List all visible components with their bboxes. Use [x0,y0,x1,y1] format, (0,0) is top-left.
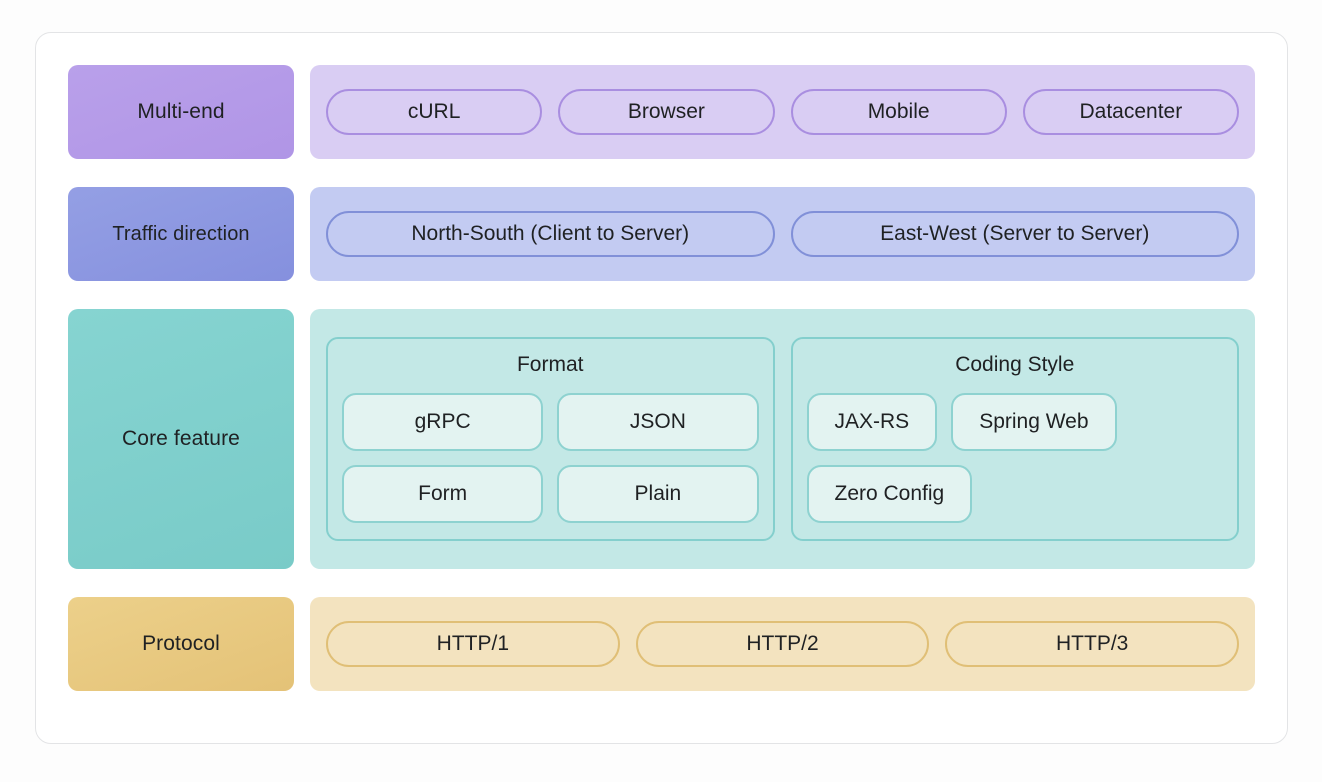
group-items-coding-style: JAX-RS Spring Web Zero Config [807,393,1224,523]
diagram-card: Multi-end cURL Browser Mobile Datacenter… [35,32,1288,744]
group-format: Format gRPC JSON Form Plain [326,337,775,541]
pill-http-1[interactable]: HTTP/1 [326,621,620,667]
layer-items-multi-end: cURL Browser Mobile Datacenter [310,65,1255,159]
pill-datacenter[interactable]: Datacenter [1023,89,1239,135]
pill-http-2[interactable]: HTTP/2 [636,621,930,667]
layer-row-protocol: Protocol HTTP/1 HTTP/2 HTTP/3 [68,597,1255,691]
pill-browser[interactable]: Browser [558,89,774,135]
diagram-page: Multi-end cURL Browser Mobile Datacenter… [0,0,1322,782]
chip-grpc[interactable]: gRPC [342,393,543,451]
layer-items-core-feature: Format gRPC JSON Form Plain Coding Style… [310,309,1255,569]
chip-form[interactable]: Form [342,465,543,523]
group-title-format: Format [342,351,759,379]
chip-spring-web[interactable]: Spring Web [951,393,1116,451]
layer-row-multi-end: Multi-end cURL Browser Mobile Datacenter [68,65,1255,159]
group-items-format: gRPC JSON Form Plain [342,393,759,523]
layer-items-protocol: HTTP/1 HTTP/2 HTTP/3 [310,597,1255,691]
chip-jax-rs[interactable]: JAX-RS [807,393,938,451]
layer-row-traffic-direction: Traffic direction North-South (Client to… [68,187,1255,281]
layer-items-traffic-direction: North-South (Client to Server) East-West… [310,187,1255,281]
layer-label-traffic-direction: Traffic direction [68,187,294,281]
group-title-coding-style: Coding Style [807,351,1224,379]
pill-curl[interactable]: cURL [326,89,542,135]
group-coding-style: Coding Style JAX-RS Spring Web Zero Conf… [791,337,1240,541]
pill-mobile[interactable]: Mobile [791,89,1007,135]
layer-label-protocol: Protocol [68,597,294,691]
chip-zero-config[interactable]: Zero Config [807,465,973,523]
chip-json[interactable]: JSON [557,393,758,451]
pill-east-west[interactable]: East-West (Server to Server) [791,211,1240,257]
layer-label-multi-end: Multi-end [68,65,294,159]
layer-row-core-feature: Core feature Format gRPC JSON Form Plain… [68,309,1255,569]
pill-north-south[interactable]: North-South (Client to Server) [326,211,775,257]
pill-http-3[interactable]: HTTP/3 [945,621,1239,667]
chip-plain[interactable]: Plain [557,465,758,523]
layer-label-core-feature: Core feature [68,309,294,569]
